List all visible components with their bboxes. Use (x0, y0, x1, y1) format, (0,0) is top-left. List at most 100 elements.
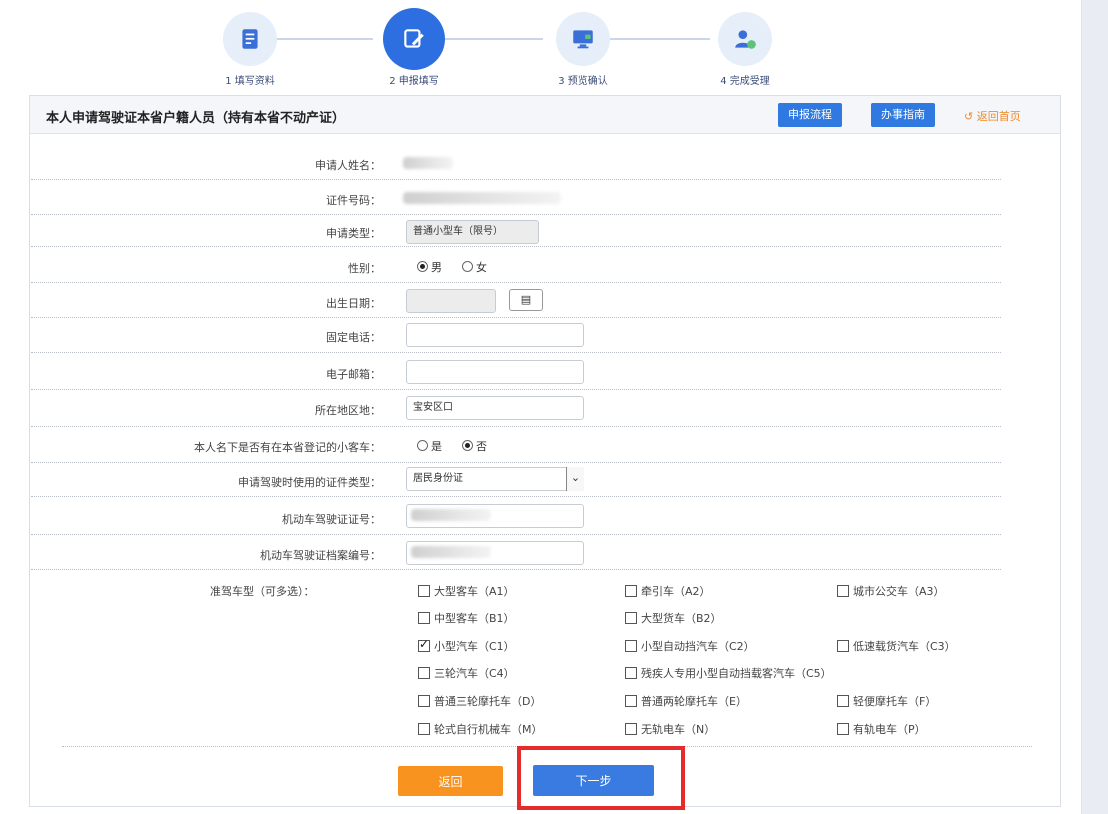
vehicle-option[interactable]: 低速载货汽车（C3） (837, 638, 956, 654)
step-label: 1 填写资料 (225, 76, 275, 87)
no-label: 否 (476, 440, 487, 453)
panel-header: 本人申请驾驶证本省户籍人员（持有本省不动产证） 申报流程 办事指南 ↺ 返回首页 (30, 96, 1060, 134)
vehicle-option-label: 轻便摩托车（F） (853, 695, 937, 708)
checkbox-icon[interactable] (418, 723, 430, 735)
vehicle-option[interactable]: 轮式自行机械车（M） (418, 721, 543, 737)
vehicle-option-label: 无轨电车（N） (641, 723, 716, 736)
checkbox-icon[interactable] (418, 585, 430, 597)
vehicle-option[interactable]: 城市公交车（A3） (837, 583, 945, 599)
vehicle-option-label: 小型自动挡汽车（C2） (641, 640, 755, 653)
address-label: 所在地区地： (315, 404, 381, 417)
vehicle-option[interactable]: 残疾人专用小型自动挡载客汽车（C5） (625, 665, 832, 681)
step-3: 3 预览确认 (523, 12, 643, 87)
radio-icon[interactable] (462, 440, 473, 451)
license-no-redacted (411, 509, 491, 521)
checkbox-icon[interactable] (625, 723, 637, 735)
vehicle-option-label: 普通两轮摩托车（E） (641, 695, 747, 708)
row-address: 所在地区地： 宝安区口 (31, 391, 1001, 427)
vehicle-option[interactable]: 小型汽车（C1） (418, 637, 515, 654)
checkbox-icon[interactable] (625, 640, 637, 652)
vehicle-option[interactable]: 中型客车（B1） (418, 610, 515, 626)
home-link-label: 返回首页 (976, 110, 1021, 123)
vehicle-option[interactable]: 轻便摩托车（F） (837, 693, 936, 709)
vehicle-option-label: 轮式自行机械车（M） (434, 723, 543, 736)
checkbox-icon[interactable] (837, 723, 849, 735)
doc-type-select[interactable]: 居民身份证 (406, 467, 584, 491)
radio-icon[interactable] (417, 261, 428, 272)
vehicle-option-label: 普通三轮摩托车（D） (434, 695, 542, 708)
form-icon (223, 12, 277, 66)
guide-button[interactable]: 办事指南 (871, 103, 935, 127)
vehicle-option-label: 中型客车（B1） (434, 612, 515, 625)
row-id: 证件号码： (31, 181, 1001, 215)
checkbox-icon[interactable] (418, 667, 430, 679)
row-has-car: 本人名下是否有在本省登记的小客车： 是 否 (31, 428, 1001, 463)
user-check-icon (718, 12, 772, 66)
vehicle-option-label: 大型货车（B2） (641, 612, 722, 625)
vehicle-option[interactable]: 大型客车（A1） (418, 583, 515, 599)
has-car-no-option[interactable]: 否 (462, 438, 487, 454)
vehicle-option[interactable]: 小型自动挡汽车（C2） (625, 638, 755, 654)
back-button[interactable]: 返回 (398, 766, 503, 796)
birth-label: 出生日期： (326, 297, 381, 310)
name-value-redacted (403, 157, 453, 169)
vehicle-label: 准驾车型（可多选）： (210, 585, 315, 598)
gender-female-option[interactable]: 女 (462, 259, 487, 275)
vehicle-option[interactable]: 普通三轮摩托车（D） (418, 693, 541, 709)
row-doc-type: 申请驾驶时使用的证件类型： 居民身份证 (31, 464, 1001, 497)
has-car-yes-option[interactable]: 是 (417, 438, 442, 454)
row-gender: 性别： 男 女 (31, 248, 1001, 283)
yes-label: 是 (431, 440, 442, 453)
row-type: 申请类型： 普通小型车（限号） (31, 216, 1001, 247)
vehicle-option-label: 低速载货汽车（C3） (853, 640, 956, 653)
row-archive-no: 机动车驾驶证档案编号： (31, 536, 1001, 570)
checkbox-icon[interactable] (837, 640, 849, 652)
vehicle-option[interactable]: 三轮汽车（C4） (418, 665, 515, 681)
vehicle-option-label: 有轨电车（P） (853, 723, 926, 736)
email-input[interactable] (406, 360, 584, 384)
vehicle-option[interactable]: 牵引车（A2） (625, 583, 711, 599)
vehicle-option-label: 小型汽车（C1） (434, 640, 515, 653)
vehicle-option[interactable]: 无轨电车（N） (625, 721, 715, 737)
gender-male-option[interactable]: 男 (417, 259, 442, 275)
checkbox-icon[interactable] (418, 695, 430, 707)
step-label: 3 预览确认 (558, 76, 608, 87)
vehicle-option[interactable]: 大型货车（B2） (625, 610, 722, 626)
phone-input[interactable] (406, 323, 584, 347)
has-car-label: 本人名下是否有在本省登记的小客车： (194, 441, 381, 454)
checkbox-icon[interactable] (625, 667, 637, 679)
checkbox-icon[interactable] (837, 585, 849, 597)
chevron-down-icon[interactable]: ⌄ (566, 467, 584, 491)
vehicle-option[interactable]: 普通两轮摩托车（E） (625, 693, 747, 709)
radio-icon[interactable] (462, 261, 473, 272)
page: 1 填写资料 2 申报填写 3 预览确认 4 完成受理 本人申请驾驶证本省户籍人… (0, 0, 1108, 814)
row-name: 申请人姓名： (31, 148, 1001, 180)
home-link[interactable]: ↺ 返回首页 (964, 108, 1021, 124)
row-license-no: 机动车驾驶证证号： (31, 498, 1001, 535)
type-label: 申请类型： (326, 227, 381, 240)
birth-input[interactable] (406, 289, 496, 313)
checkbox-icon[interactable] (625, 585, 637, 597)
gender-male-label: 男 (431, 261, 442, 274)
checkbox-icon[interactable] (625, 612, 637, 624)
vehicle-option[interactable]: 有轨电车（P） (837, 721, 926, 737)
address-input[interactable]: 宝安区口 (406, 396, 584, 420)
vehicle-option-label: 残疾人专用小型自动挡载客汽车（C5） (641, 667, 832, 680)
checkbox-icon[interactable] (625, 695, 637, 707)
vehicle-option-label: 牵引车（A2） (641, 585, 711, 598)
step-label: 4 完成受理 (720, 76, 770, 87)
progress-stepper: 1 填写资料 2 申报填写 3 预览确认 4 完成受理 (190, 8, 810, 87)
archive-no-redacted (411, 546, 491, 558)
radio-icon[interactable] (417, 440, 428, 451)
name-label: 申请人姓名： (315, 159, 381, 172)
process-button[interactable]: 申报流程 (778, 103, 842, 127)
step-4: 4 完成受理 (685, 12, 805, 87)
gender-label: 性别： (348, 262, 381, 275)
step-2: 2 申报填写 (354, 8, 474, 87)
id-label: 证件号码： (326, 194, 381, 207)
checkbox-icon[interactable] (418, 612, 430, 624)
scrollbar-track[interactable] (1082, 0, 1108, 814)
checkbox-icon[interactable] (837, 695, 849, 707)
checkbox-checked-icon[interactable] (418, 637, 430, 652)
calendar-icon[interactable]: ▤ (509, 289, 543, 311)
